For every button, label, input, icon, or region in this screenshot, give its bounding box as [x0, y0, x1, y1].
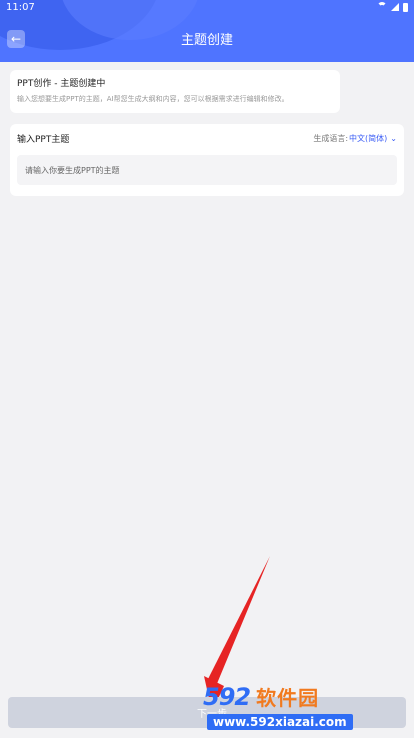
watermark-numbers: 592 [203, 682, 251, 711]
topic-card: 输入PPT主题 生成语言: 中文(简体) ⌄ 请输入你要生成PPT的主题 [10, 124, 404, 196]
topic-input-placeholder: 请输入你要生成PPT的主题 [25, 165, 120, 175]
language-selector[interactable]: 生成语言: 中文(简体) ⌄ [313, 133, 397, 144]
watermark-logo: 592 软件园 www.592xiazai.com [203, 682, 414, 738]
chevron-down-icon: ⌄ [390, 134, 397, 143]
battery-icon [403, 2, 408, 12]
topic-label: 输入PPT主题 [17, 135, 70, 145]
intro-card: PPT创作 - 主题创建中 输入您想要生成PPT的主题，AI帮您生成大纲和内容，… [10, 70, 340, 113]
status-bar: 11:07 [0, 0, 414, 14]
intro-title: PPT创作 - 主题创建中 [17, 79, 106, 89]
status-icons [377, 2, 408, 12]
watermark-text: 软件园 [256, 686, 320, 710]
page-title: 主题创建 [180, 33, 233, 48]
language-value: 中文(简体) [349, 134, 388, 143]
wifi-icon [377, 2, 387, 12]
header-bar: 11:07 ← 主题创建 [0, 0, 414, 62]
signal-icon [391, 3, 399, 11]
topic-input[interactable]: 请输入你要生成PPT的主题 [17, 155, 397, 185]
intro-description: 输入您想要生成PPT的主题，AI帮您生成大纲和内容，您可以根据需求进行编辑和修改… [17, 95, 289, 103]
language-label: 生成语言: [313, 134, 349, 143]
watermark-url: www.592xiazai.com [207, 714, 353, 730]
status-time: 11:07 [6, 1, 35, 13]
